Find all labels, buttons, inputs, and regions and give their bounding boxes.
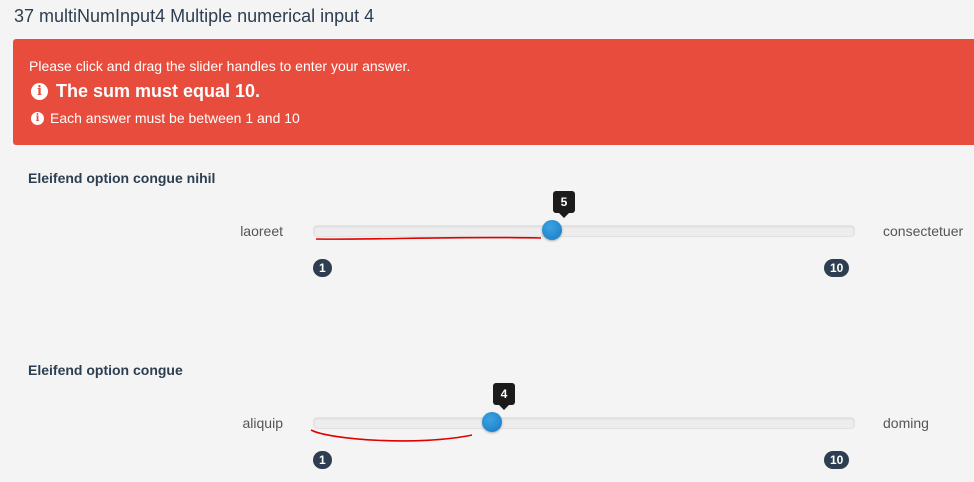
red-underline-annotation [310, 429, 473, 442]
